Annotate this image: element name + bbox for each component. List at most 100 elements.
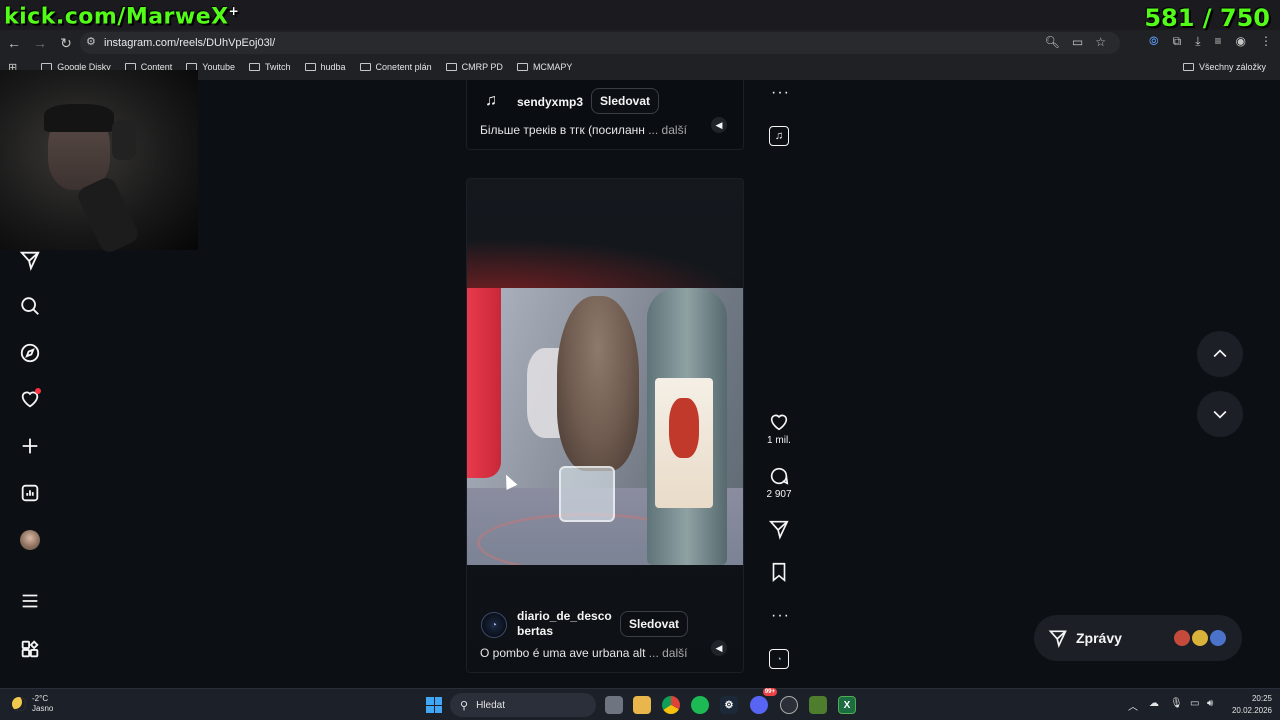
obs-icon[interactable] xyxy=(780,696,798,714)
notifications-heart-icon[interactable] xyxy=(18,387,42,411)
bookmark-twitch[interactable]: Twitch xyxy=(249,62,291,72)
bottle-label xyxy=(655,378,713,508)
bookmark-star-icon[interactable]: ☆ xyxy=(1095,35,1106,49)
clock-time: 20:25 xyxy=(1251,694,1272,703)
reel-card-current[interactable]: ◔ diario_de_desco bertas Sledovat O pombo… xyxy=(466,178,744,673)
system-clock[interactable]: 20:25 20.02.2026 xyxy=(1232,693,1272,717)
audio-track-icon[interactable]: ◔ xyxy=(769,649,789,669)
streamer-hair xyxy=(44,104,114,132)
browser-chrome: kick.com/MarweX+ 581 / 750 ← → ↻ ⚙ insta… xyxy=(0,0,1280,80)
contact-avatar xyxy=(1208,628,1228,648)
profile-avatar[interactable] xyxy=(18,528,42,552)
volume-icon[interactable]: ◀︎ xyxy=(711,640,727,656)
messages-nav-icon[interactable] xyxy=(18,248,42,272)
steam-icon[interactable]: ⚙ xyxy=(720,696,738,714)
heart-icon xyxy=(770,414,788,431)
follow-button[interactable]: Sledovat xyxy=(620,611,689,637)
moon-icon xyxy=(12,697,26,711)
more-options-icon[interactable]: ··· xyxy=(771,608,790,624)
previous-reel-button[interactable] xyxy=(1197,331,1243,377)
reel-video[interactable] xyxy=(467,288,743,565)
bookmark-mcmapy[interactable]: MCMAPY xyxy=(516,62,572,72)
speaker-icon[interactable]: 🔊︎ xyxy=(1207,698,1213,709)
spotify-icon[interactable] xyxy=(691,696,709,714)
reel-username[interactable]: sendyxmp3 xyxy=(517,95,583,109)
extension-wave-icon[interactable]: ⦾ xyxy=(1149,34,1159,49)
reel-caption[interactable]: Більше треків в тгк (посиланн ... další xyxy=(480,123,687,137)
save-action[interactable] xyxy=(766,561,792,583)
reel-caption[interactable]: O pombo é uma ave urbana alt ... další xyxy=(480,646,687,660)
stream-overlay-brand: kick.com/MarweX+ xyxy=(4,4,240,30)
streamer-microphone xyxy=(75,174,141,256)
music-note-icon: ♫ xyxy=(485,92,497,109)
excel-icon[interactable]: X xyxy=(838,696,856,714)
all-bookmarks[interactable]: Všechny záložky xyxy=(1182,62,1266,72)
bookmark-cmrp-pd[interactable]: CMRP PD xyxy=(445,62,503,72)
comment-count: 2 907 xyxy=(766,489,792,500)
video-glass xyxy=(559,466,615,522)
follow-button[interactable]: Sledovat xyxy=(591,88,660,114)
reel-card-previous[interactable]: ♫ sendyxmp3 Sledovat Більше треків в тгк… xyxy=(466,80,744,150)
streamer-headset xyxy=(112,120,136,160)
messages-icon xyxy=(1048,630,1067,648)
caption-more-link[interactable]: ... další xyxy=(648,123,687,137)
reel-username[interactable]: diario_de_desco bertas xyxy=(517,609,612,639)
folder-icon xyxy=(359,63,371,71)
like-action[interactable]: 1 mil. xyxy=(766,411,792,446)
caption-more-link[interactable]: ... další xyxy=(649,646,688,660)
cast-icon[interactable]: ▭ xyxy=(1072,35,1083,49)
audio-track-icon[interactable]: ♫ xyxy=(769,126,789,146)
site-info-icon[interactable]: ⚙ xyxy=(86,35,96,48)
forward-icon[interactable]: → xyxy=(28,31,52,55)
bookmark-conetent-plan[interactable]: Conetent plán xyxy=(359,62,432,72)
navigation-bar: ← → ↻ ⚙ instagram.com/reels/DUhVpEoj03l/… xyxy=(0,30,1280,56)
messages-label: Zprávy xyxy=(1076,630,1122,646)
create-plus-icon[interactable] xyxy=(18,434,42,458)
messages-button[interactable]: Zprávy xyxy=(1034,615,1242,661)
contact-avatar xyxy=(1172,628,1192,648)
discord-icon[interactable]: 99+ xyxy=(750,688,777,714)
dashboard-icon[interactable] xyxy=(18,481,42,505)
caption-text: O pombo é uma ave urbana alt xyxy=(480,646,646,660)
minecraft-icon[interactable] xyxy=(809,696,827,714)
extensions-icon[interactable]: ⧉ xyxy=(1173,34,1182,49)
task-view-icon[interactable] xyxy=(605,696,623,714)
network-icon[interactable]: ▭ xyxy=(1190,698,1199,709)
more-apps-icon[interactable] xyxy=(18,637,42,661)
chrome-icon[interactable] xyxy=(662,696,680,714)
microphone-icon[interactable]: 🎙︎ xyxy=(1170,698,1183,709)
video-pigeon xyxy=(557,296,639,471)
taskbar-search[interactable]: ⚲ Hledat xyxy=(450,693,596,717)
back-icon[interactable]: ← xyxy=(2,31,26,55)
video-red-cup xyxy=(467,288,501,478)
tray-chevron-up-icon[interactable]: ︿ xyxy=(1128,698,1138,713)
zoom-icon[interactable]: 🔍︎ xyxy=(1045,35,1060,49)
browser-menu-icon[interactable]: ⋮ xyxy=(1260,34,1272,49)
menu-icon[interactable] xyxy=(18,589,42,613)
avatar xyxy=(20,530,40,550)
windows-taskbar: -2°C Jasno ⚲ Hledat ⚙ 99+ X ︿ ☁ 🎙︎ ▭ 🔊︎ 2… xyxy=(0,688,1280,720)
file-explorer-icon[interactable] xyxy=(633,696,651,714)
bookmark-hudba[interactable]: hudba xyxy=(304,62,346,72)
start-button[interactable] xyxy=(426,697,442,713)
comment-action[interactable]: 2 907 xyxy=(766,465,792,500)
share-action[interactable] xyxy=(766,518,792,540)
address-bar[interactable]: ⚙ instagram.com/reels/DUhVpEoj03l/ 🔍︎ ▭ … xyxy=(80,32,1120,54)
folder-icon xyxy=(249,63,260,71)
playlist-icon[interactable]: ≡ xyxy=(1215,34,1222,49)
search-icon[interactable] xyxy=(18,294,42,318)
folder-icon xyxy=(445,63,457,71)
next-reel-button[interactable] xyxy=(1197,391,1243,437)
clock-date: 20.02.2026 xyxy=(1231,706,1272,715)
download-icon[interactable]: ⤓ xyxy=(1195,34,1200,49)
reload-icon[interactable]: ↻ xyxy=(54,31,78,55)
chevron-up-icon xyxy=(1213,349,1227,358)
profile-icon[interactable]: ◉ xyxy=(1236,34,1246,49)
contact-avatar xyxy=(1190,628,1210,648)
more-options-icon[interactable]: ··· xyxy=(771,85,790,101)
volume-icon[interactable]: ◀︎ xyxy=(711,117,727,133)
reel-author-avatar[interactable]: ◔ xyxy=(481,612,507,638)
weather-widget[interactable]: -2°C Jasno xyxy=(12,694,53,714)
onedrive-icon[interactable]: ☁ xyxy=(1149,698,1159,709)
explore-icon[interactable] xyxy=(18,341,42,365)
